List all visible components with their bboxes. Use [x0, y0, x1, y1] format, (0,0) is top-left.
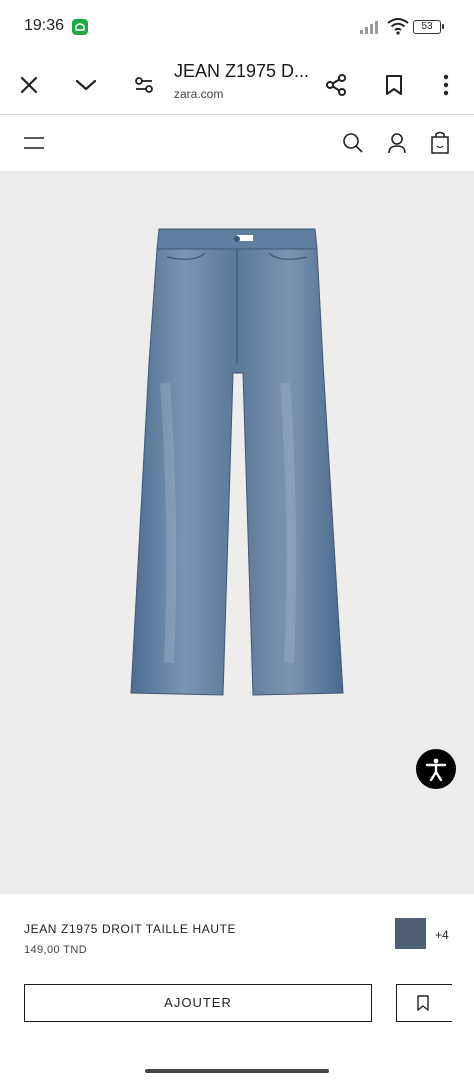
home-indicator[interactable]	[145, 1069, 329, 1073]
site-settings-button[interactable]	[126, 67, 162, 103]
search-button[interactable]	[339, 129, 367, 157]
color-swatch[interactable]	[395, 918, 426, 949]
browser-toolbar: JEAN Z1975 D... zara.com	[0, 56, 474, 115]
more-options-button[interactable]	[428, 67, 464, 103]
product-price: 149,00 TND	[24, 944, 88, 956]
search-icon	[343, 133, 363, 153]
product-image-area[interactable]	[0, 171, 474, 894]
jeans-product-image	[130, 228, 344, 696]
accessibility-icon	[425, 758, 447, 782]
shopping-bag-icon	[431, 131, 449, 154]
chevron-down-icon	[75, 79, 97, 91]
close-icon	[20, 76, 38, 94]
page-url: zara.com	[174, 87, 224, 101]
wifi-icon	[387, 17, 409, 40]
status-time: 19:36	[24, 17, 65, 34]
share-icon	[326, 74, 346, 96]
bookmark-icon	[386, 75, 402, 95]
account-button[interactable]	[383, 129, 411, 157]
page-title: JEAN Z1975 D...	[174, 61, 310, 81]
accessibility-button[interactable]	[416, 749, 456, 789]
site-header	[0, 115, 474, 171]
menu-button[interactable]	[20, 129, 48, 157]
signal-icon	[360, 19, 382, 40]
close-button[interactable]	[11, 67, 47, 103]
menu-icon	[24, 137, 44, 149]
shopping-bag-button[interactable]	[426, 129, 454, 157]
share-button[interactable]	[318, 67, 354, 103]
notification-app-icon	[72, 19, 88, 35]
add-to-cart-button[interactable]: AJOUTER	[24, 984, 372, 1022]
account-icon	[388, 133, 406, 154]
status-bar: 19:36 53	[0, 0, 474, 56]
save-for-later-button[interactable]	[396, 984, 452, 1022]
tune-icon	[135, 77, 153, 93]
minimize-button[interactable]	[68, 67, 104, 103]
product-name: JEAN Z1975 DROIT TAILLE HAUTE	[24, 922, 237, 936]
battery-icon: 53	[413, 20, 444, 34]
product-info: JEAN Z1975 DROIT TAILLE HAUTE 149,00 TND…	[0, 894, 474, 1080]
bookmark-icon	[417, 995, 429, 1011]
more-vert-icon	[443, 74, 449, 96]
bookmark-button[interactable]	[376, 67, 412, 103]
more-colors-count[interactable]: +4	[435, 928, 449, 942]
